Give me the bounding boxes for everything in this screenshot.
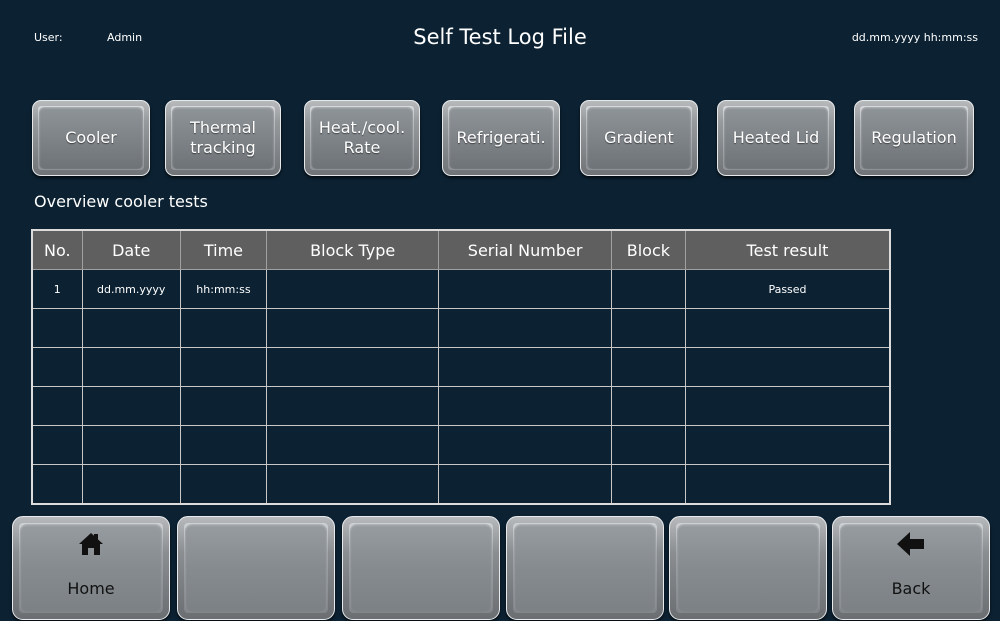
page-title: Self Test Log File: [413, 25, 587, 49]
cell-test-result: [684, 308, 891, 348]
empty-button-1[interactable]: [177, 516, 335, 620]
arrow-left-icon-graphic: [897, 532, 924, 556]
cell-block-type: [266, 308, 440, 348]
table-header: No. Date Time Block Type Serial Number B…: [31, 229, 891, 270]
table-row[interactable]: [31, 464, 891, 505]
cell-date: [81, 386, 181, 426]
cell-test-result: [684, 464, 891, 505]
home-icon: [13, 531, 169, 561]
cell-test-result: [684, 425, 891, 465]
empty-button-1-face: [185, 524, 327, 612]
cell-no: [31, 386, 83, 426]
home-icon-graphic: [79, 533, 103, 555]
cell-date: [81, 464, 181, 505]
column-header-no: No.: [31, 229, 83, 270]
tab-cooler[interactable]: Cooler: [32, 100, 150, 176]
empty-button-3-face: [514, 524, 656, 612]
tab-heated-lid[interactable]: Heated Lid: [717, 100, 835, 176]
column-header-block: Block: [610, 229, 686, 270]
cell-no: [31, 308, 83, 348]
cell-time: [179, 464, 268, 505]
cell-serial-number: [438, 464, 612, 505]
cell-time: [179, 308, 268, 348]
cell-serial-number: [438, 308, 612, 348]
back-label: Back: [891, 579, 931, 598]
section-title: Overview cooler tests: [34, 192, 208, 211]
tab-heat-cool-rate[interactable]: Heat./cool. Rate: [304, 100, 420, 176]
table-row[interactable]: [31, 308, 891, 348]
tab-regulation[interactable]: Regulation: [854, 100, 974, 176]
cell-test-result: [684, 347, 891, 387]
cell-block: [610, 269, 686, 309]
empty-button-3[interactable]: [506, 516, 664, 620]
column-header-test-result: Test result: [684, 229, 891, 270]
tab-cooler-label: Cooler: [65, 128, 117, 147]
empty-button-4-face: [677, 524, 819, 612]
table-row[interactable]: [31, 425, 891, 465]
empty-button-2-face: [350, 524, 492, 612]
cell-block-type: [266, 269, 440, 309]
home-button[interactable]: Home: [12, 516, 170, 620]
column-header-time: Time: [179, 229, 268, 270]
home-label: Home: [67, 579, 115, 598]
column-header-block-type: Block Type: [266, 229, 440, 270]
cell-time: hh:mm:ss: [179, 269, 268, 309]
cell-serial-number: [438, 386, 612, 426]
tab-thermal-tracking-label: Thermal tracking: [190, 118, 256, 157]
empty-button-4[interactable]: [669, 516, 827, 620]
cell-time: [179, 425, 268, 465]
cell-test-result: [684, 386, 891, 426]
cell-time: [179, 347, 268, 387]
cell-date: [81, 425, 181, 465]
cell-time: [179, 386, 268, 426]
cell-no: [31, 425, 83, 465]
cell-no: [31, 347, 83, 387]
table-row[interactable]: [31, 386, 891, 426]
bottom-button-bar: Home Back: [0, 516, 1000, 621]
back-button[interactable]: Back: [832, 516, 990, 620]
tab-gradient-label: Gradient: [604, 128, 674, 147]
table-row[interactable]: 1 dd.mm.yyyy hh:mm:ss Passed: [31, 269, 891, 309]
cell-serial-number: [438, 425, 612, 465]
cell-date: [81, 308, 181, 348]
cell-test-result: Passed: [684, 269, 891, 309]
date-time-display: dd.mm.yyyy hh:mm:ss: [851, 31, 978, 44]
cell-block: [610, 386, 686, 426]
tab-regulation-label: Regulation: [871, 128, 957, 147]
cell-block-type: [266, 425, 440, 465]
cell-block-type: [266, 464, 440, 505]
table-header-row: No. Date Time Block Type Serial Number B…: [31, 229, 891, 270]
cell-date: [81, 347, 181, 387]
column-header-serial-number: Serial Number: [438, 229, 612, 270]
tab-heat-cool-rate-label: Heat./cool. Rate: [318, 118, 406, 157]
cell-block: [610, 425, 686, 465]
table-body: 1 dd.mm.yyyy hh:mm:ss Passed: [31, 269, 891, 505]
cell-serial-number: [438, 269, 612, 309]
cell-no: 1: [31, 269, 83, 309]
cell-date: dd.mm.yyyy: [81, 269, 181, 309]
tab-heated-lid-label: Heated Lid: [732, 128, 820, 147]
cell-block-type: [266, 347, 440, 387]
test-log-table: No. Date Time Block Type Serial Number B…: [31, 229, 891, 505]
tab-gradient[interactable]: Gradient: [580, 100, 698, 176]
cell-no: [31, 464, 83, 505]
cell-serial-number: [438, 347, 612, 387]
tab-thermal-tracking[interactable]: Thermal tracking: [165, 100, 281, 176]
table-row[interactable]: [31, 347, 891, 387]
cell-block-type: [266, 386, 440, 426]
column-header-date: Date: [81, 229, 181, 270]
top-bar: User: Admin Self Test Log File dd.mm.yyy…: [0, 0, 1000, 80]
tab-refrigeration-label: Refrigerati.: [456, 128, 546, 147]
cell-block: [610, 308, 686, 348]
test-category-tabs: Cooler Thermal tracking Heat./cool. Rate…: [0, 100, 1000, 176]
cell-block: [610, 464, 686, 505]
cell-block: [610, 347, 686, 387]
empty-button-2[interactable]: [342, 516, 500, 620]
arrow-left-icon: [833, 531, 989, 561]
tab-refrigeration[interactable]: Refrigerati.: [442, 100, 560, 176]
